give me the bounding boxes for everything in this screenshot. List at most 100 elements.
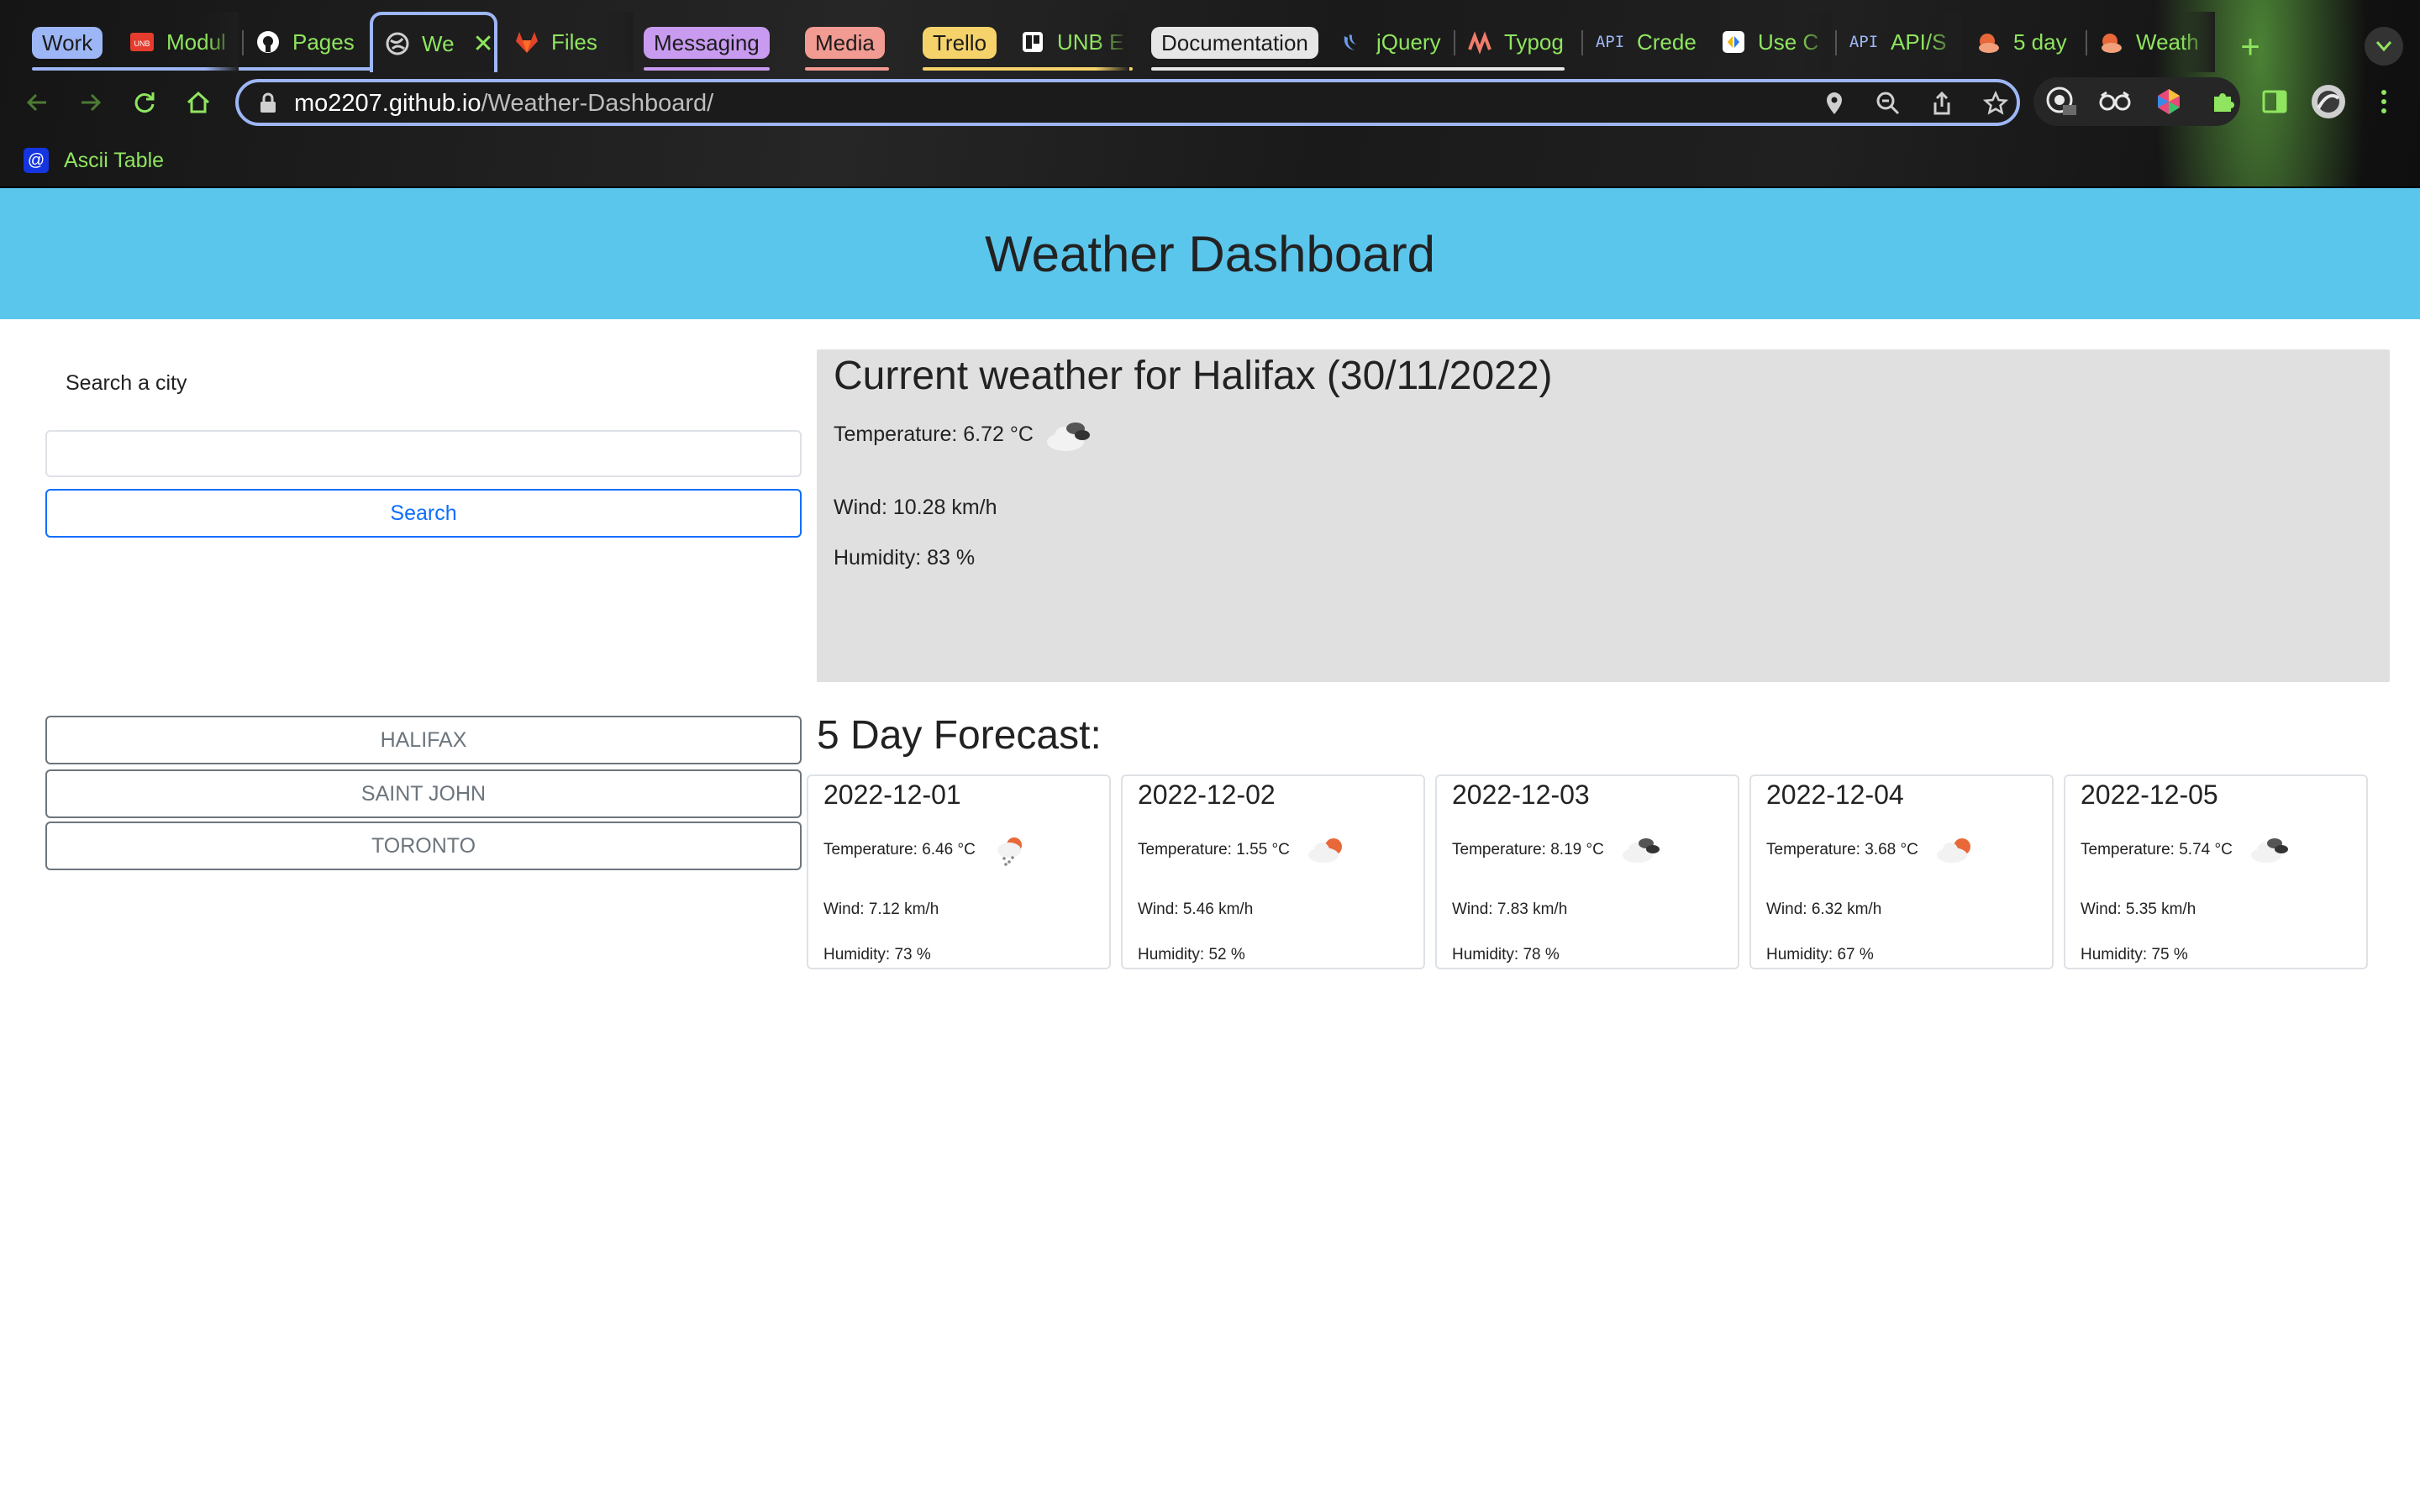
search-button[interactable]: Search — [45, 489, 802, 538]
tab-5-day[interactable]: 5 day — [1965, 12, 2082, 72]
forecast-temperature: Temperature: 5.74 °C — [2081, 832, 2295, 869]
current-weather-heading: Current weather for Halifax (30/11/2022) — [834, 354, 1553, 398]
city-search-input[interactable] — [45, 430, 802, 477]
forecast-date: 2022-12-01 — [823, 780, 961, 810]
broken-clouds-icon — [1622, 838, 1660, 863]
reload-icon — [134, 92, 155, 113]
page-title: Weather Dashboard — [985, 225, 1435, 282]
page-header: Weather Dashboard — [0, 188, 2420, 319]
web-page: Weather Dashboard Search a city Search C… — [0, 188, 2420, 1512]
partly-cloudy-icon — [1307, 838, 1342, 863]
tab-pages[interactable]: Pages — [244, 12, 361, 72]
forecast-wind: Wind: 7.12 km/h — [823, 900, 939, 918]
api-icon: API — [1595, 33, 1625, 51]
forecast-wind: Wind: 5.35 km/h — [2081, 900, 2196, 918]
at-sign-icon: @ — [24, 148, 49, 173]
sun-cloud-icon — [1976, 29, 2002, 55]
tab-group-media[interactable]: Media — [805, 27, 885, 59]
forecast-temperature: Temperature: 1.55 °C — [1138, 832, 1352, 869]
forecast-date: 2022-12-03 — [1452, 780, 1590, 810]
globe-icon — [385, 31, 410, 56]
tab-modul[interactable]: UNB Modul — [118, 12, 239, 72]
menu-kebab-icon[interactable] — [2365, 82, 2403, 121]
forecast-humidity: Humidity: 73 % — [823, 946, 931, 963]
new-tab-button[interactable]: + — [2232, 29, 2269, 66]
forecast-temperature: Temperature: 8.19 °C — [1452, 832, 1666, 869]
github-icon — [255, 29, 281, 55]
tab-strip: Work UNB Modul Pages We ✕ Files Messagin… — [0, 12, 2420, 72]
tab-group-trello[interactable]: Trello — [923, 27, 997, 59]
current-humidity: Humidity: 83 % — [834, 546, 976, 570]
broken-clouds-icon — [1046, 423, 1090, 451]
forecast-humidity: Humidity: 75 % — [2081, 946, 2188, 963]
tab-group-messaging[interactable]: Messaging — [644, 27, 770, 59]
jquery-icon — [1339, 29, 1365, 55]
unb-favicon-icon: UNB — [129, 29, 155, 55]
tab-api-s[interactable]: API API/S — [1837, 12, 1961, 72]
bookmark-star-icon[interactable] — [1981, 89, 2010, 118]
partly-cloudy-icon — [1936, 838, 1970, 863]
profile-avatar[interactable] — [2309, 82, 2348, 121]
search-label: Search a city — [66, 371, 187, 395]
share-icon[interactable] — [1928, 89, 1956, 118]
forecast-humidity: Humidity: 78 % — [1452, 946, 1560, 963]
forecast-card: 2022-12-05 Temperature: 5.74 °C Wind: 5.… — [2064, 774, 2368, 969]
extension-glasses-icon[interactable] — [2096, 82, 2134, 121]
bookmark-ascii-table[interactable]: @ Ascii Table — [24, 146, 164, 175]
trello-icon — [1020, 29, 1045, 55]
tab-files[interactable]: Files — [502, 12, 634, 72]
gitlab-icon — [514, 29, 539, 55]
forecast-temperature: Temperature: 3.68 °C — [1766, 832, 1981, 869]
tab-typog[interactable]: Typog — [1455, 12, 1578, 72]
rain-sun-icon — [997, 837, 1022, 866]
sun-cloud-icon — [2099, 29, 2124, 55]
tab-search-button[interactable] — [2365, 27, 2403, 66]
forecast-card: 2022-12-02 Temperature: 1.55 °C Wind: 5.… — [1121, 774, 1425, 969]
forecast-title: 5 Day Forecast: — [817, 713, 1102, 758]
forecast-date: 2022-12-02 — [1138, 780, 1276, 810]
forward-button[interactable] — [72, 84, 109, 121]
forecast-card: 2022-12-04 Temperature: 3.68 °C Wind: 6.… — [1749, 774, 2054, 969]
forecast-card: 2022-12-03 Temperature: 8.19 °C Wind: 7.… — [1435, 774, 1739, 969]
extensions-puzzle-icon[interactable] — [2203, 82, 2242, 121]
browser-chrome: Work UNB Modul Pages We ✕ Files Messagin… — [0, 0, 2420, 188]
tab-group-documentation[interactable]: Documentation — [1151, 27, 1318, 59]
current-wind: Wind: 10.28 km/h — [834, 496, 997, 519]
forecast-humidity: Humidity: 67 % — [1766, 946, 1874, 963]
tab-use-c[interactable]: Use C — [1709, 12, 1832, 72]
forecast-date: 2022-12-04 — [1766, 780, 1904, 810]
arrow-right-icon — [82, 93, 102, 112]
api-icon: API — [1849, 33, 1879, 51]
location-icon[interactable] — [1820, 89, 1849, 118]
tab-group-work[interactable]: Work — [32, 27, 103, 59]
tab-jquery[interactable]: jQuery — [1328, 12, 1450, 72]
forecast-wind: Wind: 7.83 km/h — [1452, 900, 1568, 918]
broken-clouds-icon — [2250, 838, 2288, 863]
tab-crede[interactable]: API Crede — [1583, 12, 1706, 72]
zoom-icon[interactable] — [1874, 89, 1902, 118]
extension-colorpicker-icon[interactable] — [2149, 82, 2188, 121]
bootstrap-icon — [1721, 29, 1746, 55]
extension-devtools-icon[interactable] — [2042, 82, 2081, 121]
tab-weather-dashboard[interactable]: We ✕ — [370, 12, 497, 72]
reload-button[interactable] — [126, 84, 163, 121]
close-tab-icon[interactable]: ✕ — [473, 29, 494, 59]
lock-icon[interactable] — [259, 92, 277, 118]
current-weather-panel: Current weather for Halifax (30/11/2022)… — [817, 349, 2390, 682]
url-text[interactable]: mo2207.github.io/Weather-Dashboard/ — [294, 89, 713, 118]
forecast-card: 2022-12-01 Temperature: 6.46 °C Wind: 7.… — [807, 774, 1111, 969]
home-button[interactable] — [180, 84, 217, 121]
chevron-down-icon — [2375, 41, 2392, 52]
arrow-left-icon — [26, 93, 46, 112]
typography-icon — [1467, 29, 1492, 55]
tab-weath[interactable]: Weath — [2087, 12, 2215, 72]
address-bar[interactable]: mo2207.github.io/Weather-Dashboard/ — [235, 79, 2020, 126]
history-button-toronto[interactable]: TORONTO — [45, 822, 802, 870]
forecast-temperature: Temperature: 6.46 °C — [823, 832, 1038, 869]
back-button[interactable] — [18, 84, 55, 121]
history-button-halifax[interactable]: HALIFAX — [45, 716, 802, 764]
side-panel-icon[interactable] — [2255, 82, 2294, 121]
history-button-saint-john[interactable]: SAINT JOHN — [45, 769, 802, 818]
forecast-wind: Wind: 6.32 km/h — [1766, 900, 1882, 918]
tab-unb[interactable]: UNB E — [1008, 12, 1129, 72]
